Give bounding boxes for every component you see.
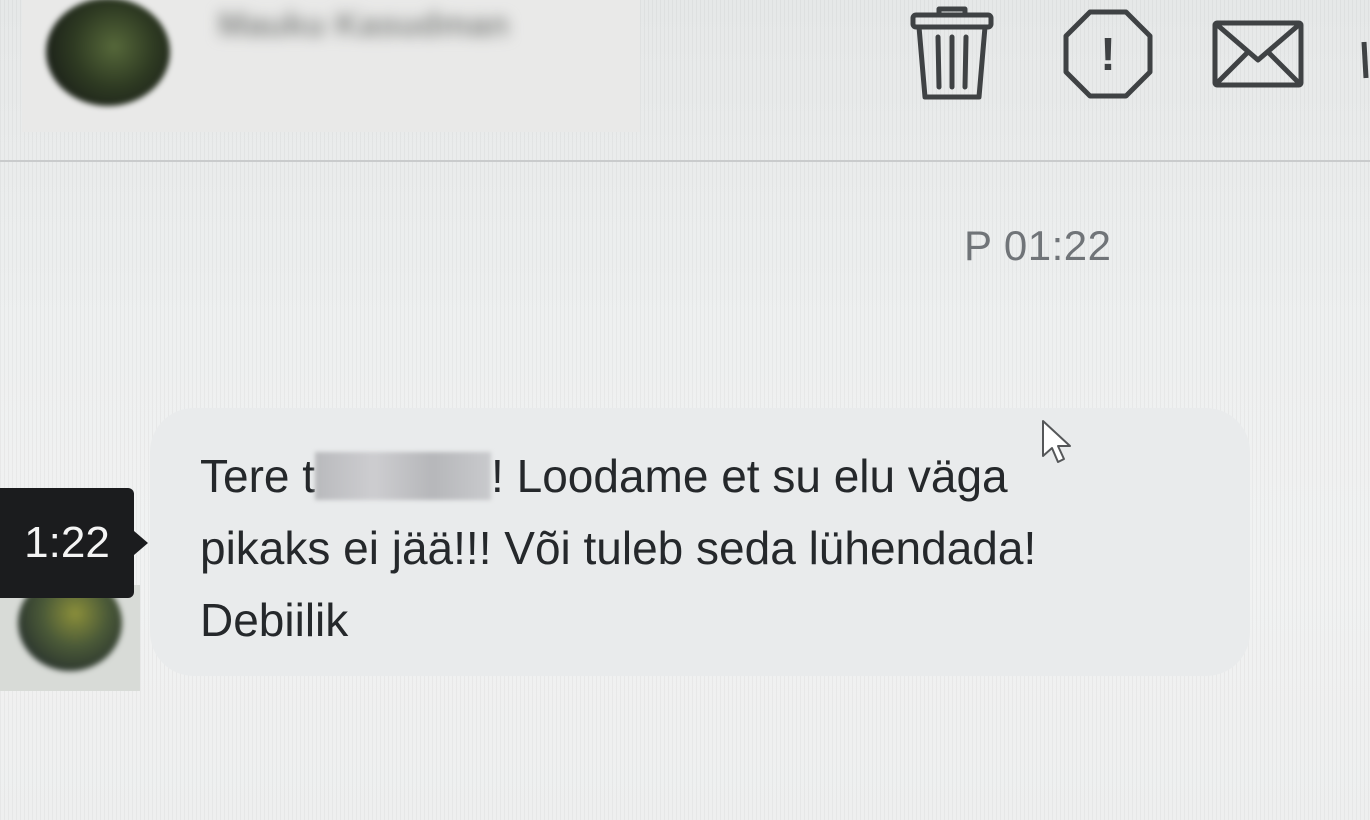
message-line-2: pikaks ei jää!!! Või tuleb seda lühendad… xyxy=(200,522,1037,574)
mail-button[interactable] xyxy=(1210,4,1306,104)
delete-button[interactable] xyxy=(904,4,1000,104)
trash-icon xyxy=(910,6,994,100)
alert-octagon-icon: ! xyxy=(1063,9,1153,99)
report-button[interactable]: ! xyxy=(1060,4,1156,104)
envelope-icon xyxy=(1212,20,1304,88)
redacted-name xyxy=(315,452,492,500)
message-line-1-rest: ! Loodame et su elu väga xyxy=(491,450,1008,502)
tooltip-arrow xyxy=(134,531,148,555)
more-options-icon[interactable] xyxy=(1358,40,1370,80)
time-tooltip: 1:22 xyxy=(0,488,134,598)
message-text: Tere t ! Loodame et su elu väga pikaks ei… xyxy=(200,440,1260,656)
contact-avatar[interactable] xyxy=(46,0,170,106)
contact-name[interactable]: Mauku Kasudman xyxy=(218,8,509,42)
message-line-3: Debiilik xyxy=(200,594,349,646)
sender-avatar[interactable] xyxy=(0,585,140,691)
message-greeting: Tere t xyxy=(200,450,316,502)
message-timestamp: P 01:22 xyxy=(964,222,1112,269)
mouse-cursor-icon xyxy=(1042,420,1071,463)
conversation-header: Mauku Kasudman ! xyxy=(0,0,1370,160)
report-glyph: ! xyxy=(1100,28,1115,80)
contact-profile[interactable]: Mauku Kasudman xyxy=(22,0,640,132)
tooltip-time: 1:22 xyxy=(24,518,110,567)
message-line-1: Tere t ! Loodame et su elu väga xyxy=(200,440,1260,512)
header-divider xyxy=(0,160,1370,162)
